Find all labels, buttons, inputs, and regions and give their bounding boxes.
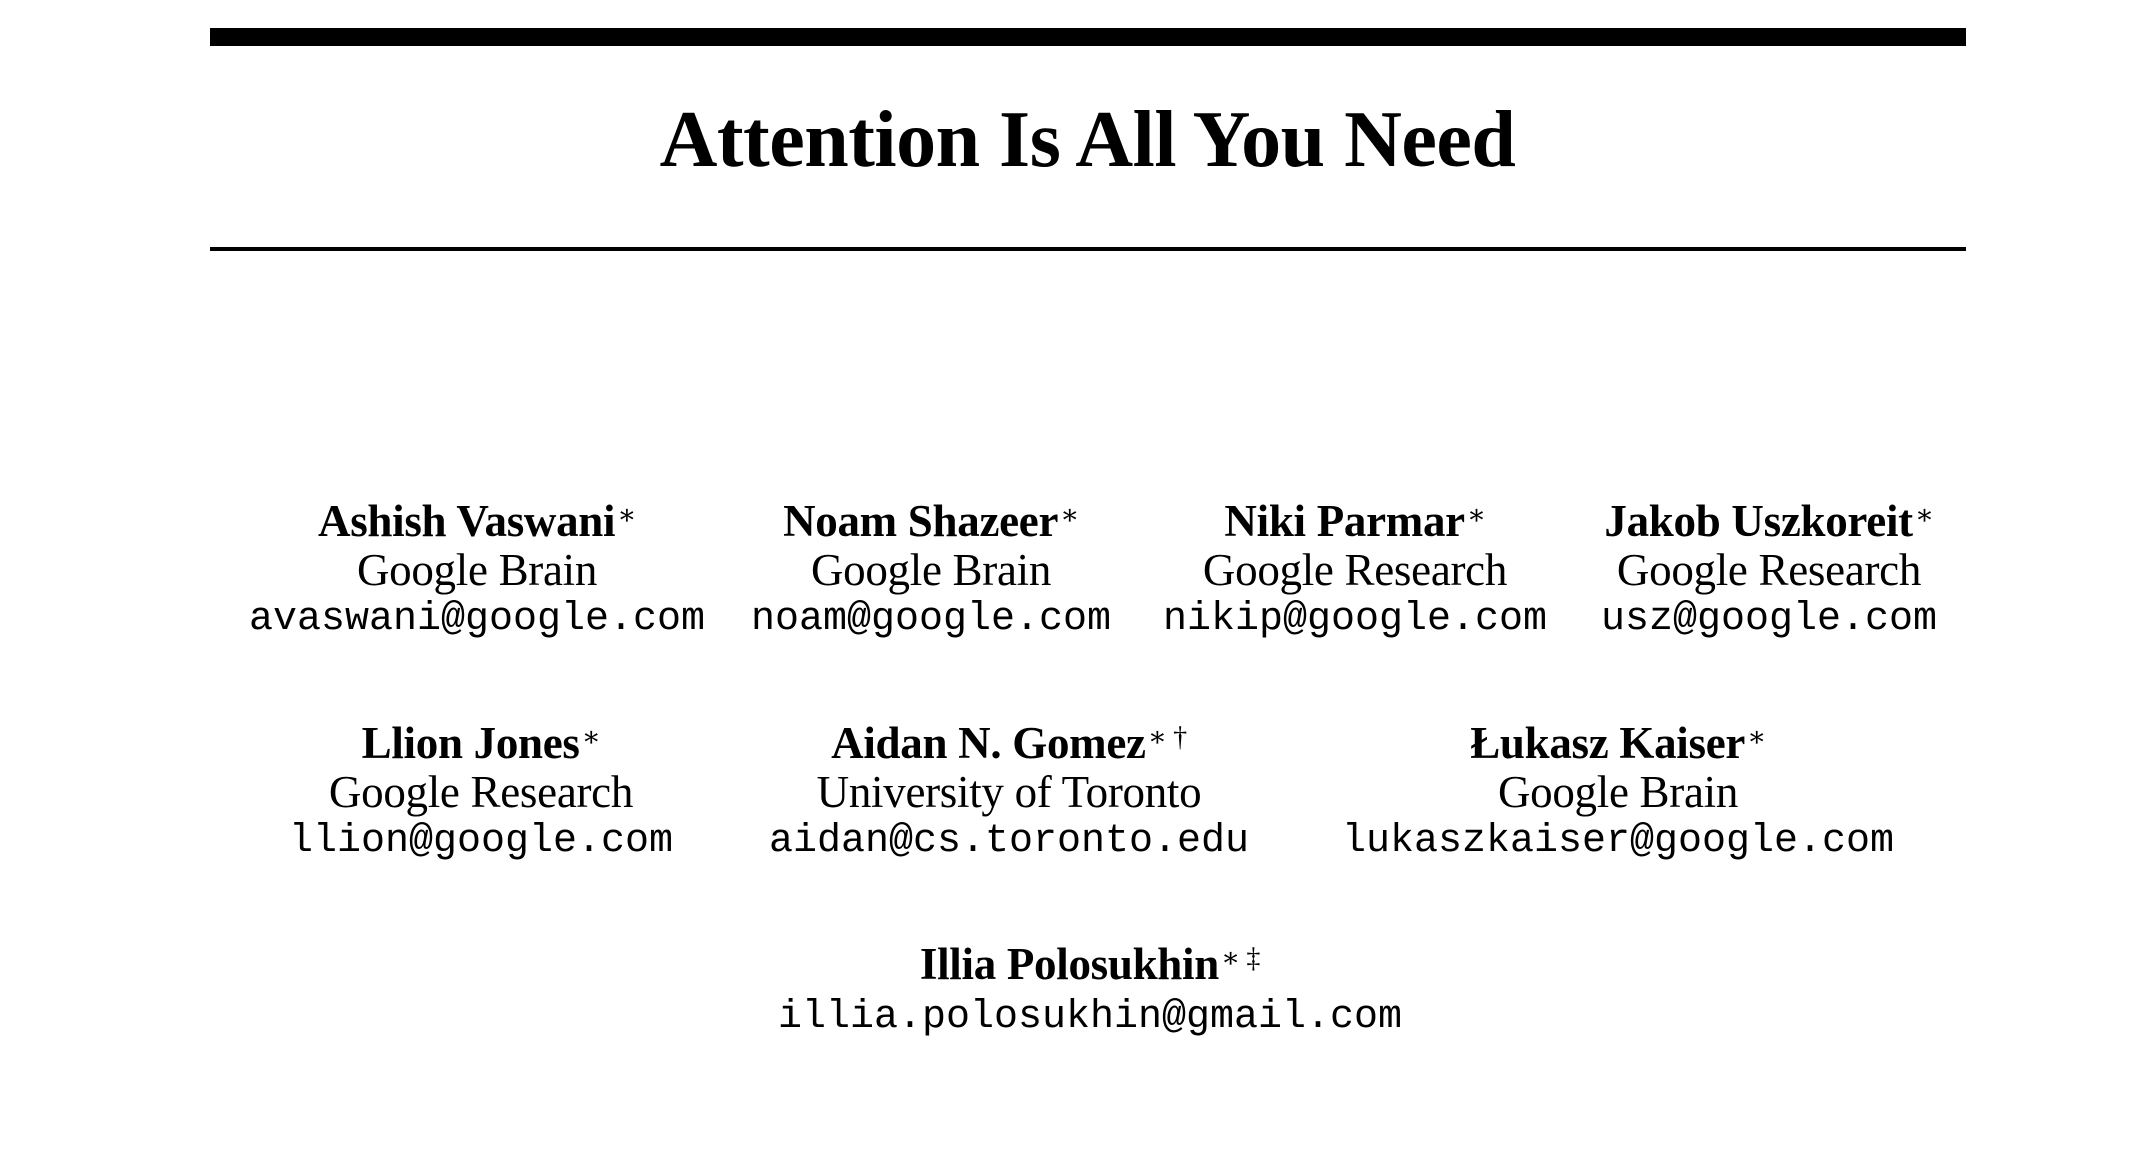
author-footnote-marks: ∗ <box>1747 722 1766 753</box>
author-affiliation: Google Research <box>328 767 634 817</box>
author-affiliation: Google Brain <box>356 545 598 595</box>
author-footnote-marks: ∗ ‡ <box>1220 943 1261 974</box>
author-name: Jakob Uszkoreit∗ <box>1604 496 1934 546</box>
author-email: llion@google.com <box>288 819 674 864</box>
author-email: noam@google.com <box>750 597 1112 642</box>
title-underline-rule <box>210 247 1966 251</box>
author-email: lukaszkaiser@google.com <box>1341 819 1895 864</box>
author-name: Noam Shazeer∗ <box>783 496 1079 546</box>
author-name: Illia Polosukhin∗ ‡ <box>919 939 1261 989</box>
author-block: Jakob Uszkoreit∗ Google Research usz@goo… <box>1601 497 1937 645</box>
author-name: Aidan N. Gomez∗ † <box>831 718 1187 768</box>
author-affiliation: University of Toronto <box>816 767 1202 817</box>
author-block: Noam Shazeer∗ Google Brain noam@google.c… <box>751 497 1111 645</box>
author-name: Llion Jones∗ <box>361 718 601 768</box>
author-email: nikip@google.com <box>1162 597 1548 642</box>
author-email: avaswani@google.com <box>248 597 706 642</box>
author-name: Niki Parmar∗ <box>1224 496 1486 546</box>
author-name: Ashish Vaswani∗ <box>318 496 636 546</box>
author-email: usz@google.com <box>1600 597 1938 642</box>
author-block: Niki Parmar∗ Google Research nikip@googl… <box>1163 497 1547 645</box>
author-email: aidan@cs.toronto.edu <box>768 819 1250 864</box>
author-email: illia.polosukhin@gmail.com <box>777 995 1403 1040</box>
paper-title: Attention Is All You Need <box>659 96 1516 184</box>
author-affiliation: Google Brain <box>810 545 1052 595</box>
top-rule <box>210 28 1966 46</box>
author-block: Illia Polosukhin∗ ‡ illia.polosukhin@gma… <box>778 940 1402 1043</box>
author-affiliation: Google Research <box>1616 545 1922 595</box>
author-block: Ashish Vaswani∗ Google Brain avaswani@go… <box>249 497 705 645</box>
author-affiliation: Google Research <box>1202 545 1508 595</box>
author-footnote-marks: ∗ <box>1060 500 1079 531</box>
author-block: Llion Jones∗ Google Research llion@googl… <box>289 719 673 867</box>
author-footnote-marks: ∗ † <box>1147 722 1187 753</box>
author-footnote-marks: ∗ <box>581 722 601 753</box>
author-footnote-marks: ∗ <box>1466 500 1486 531</box>
author-affiliation: Google Brain <box>1497 767 1739 817</box>
author-block: Łukasz Kaiser∗ Google Brain lukaszkaiser… <box>1342 719 1894 867</box>
author-name: Łukasz Kaiser∗ <box>1470 718 1766 768</box>
author-footnote-marks: ∗ <box>1914 500 1934 531</box>
author-block: Aidan N. Gomez∗ † University of Toronto … <box>769 719 1249 867</box>
author-footnote-marks: ∗ <box>617 500 636 531</box>
